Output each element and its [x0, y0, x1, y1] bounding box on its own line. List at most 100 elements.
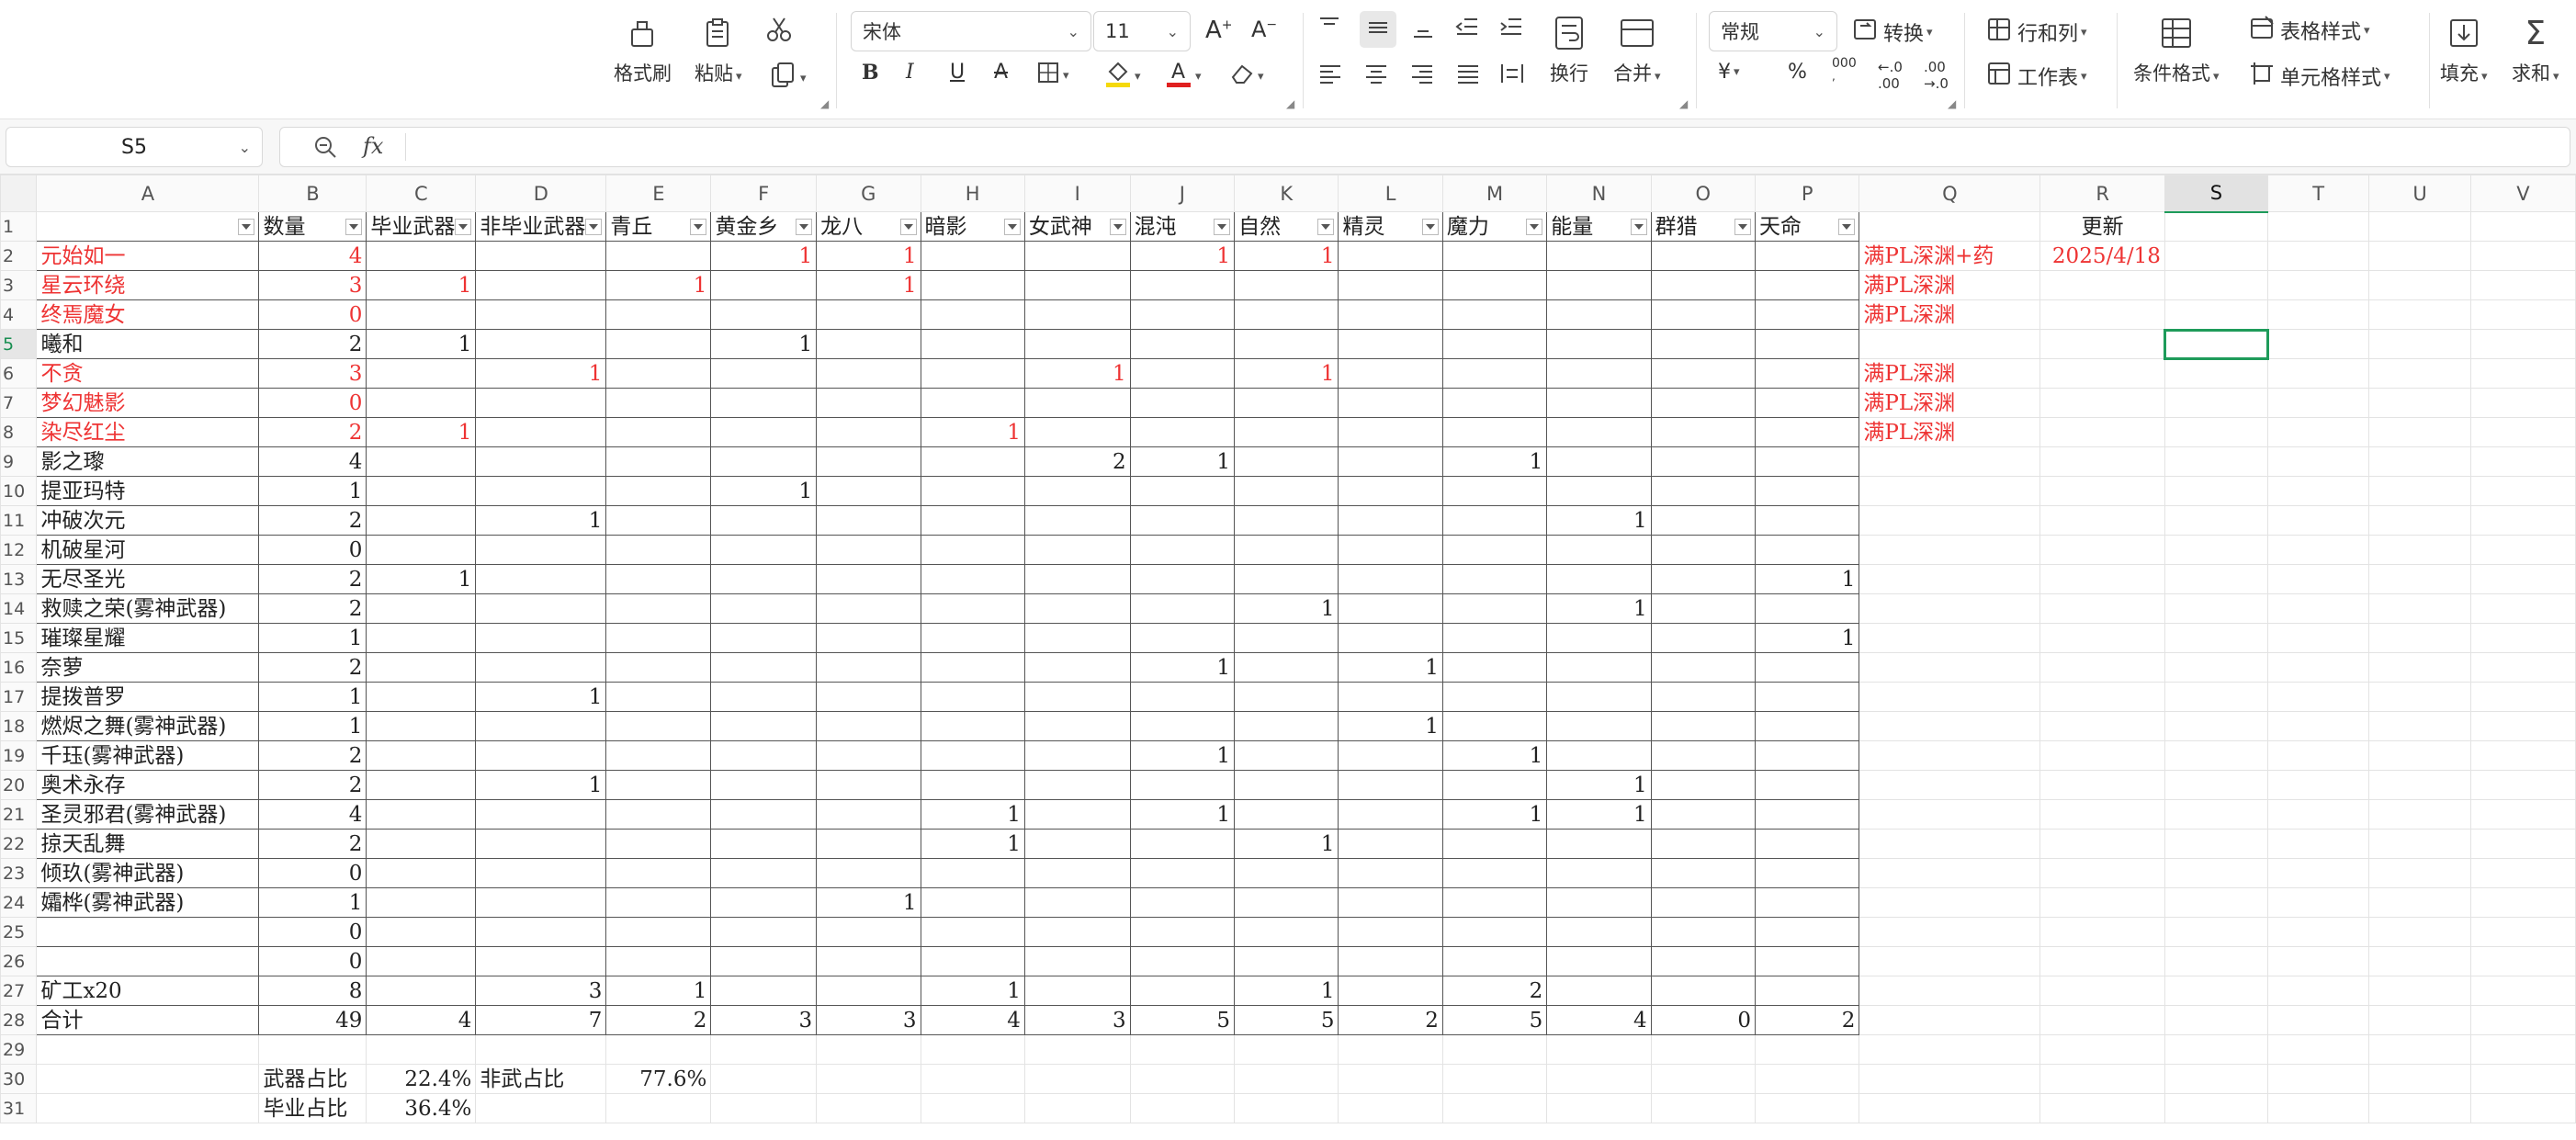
cell-p19[interactable]	[1755, 740, 1860, 771]
cell-k29[interactable]	[1234, 1034, 1339, 1065]
cell-n23[interactable]	[1546, 858, 1652, 888]
cell-q16[interactable]	[1859, 652, 2041, 683]
filter-dropdown-icon[interactable]	[345, 218, 363, 235]
cell-t16[interactable]	[2267, 652, 2370, 683]
cell-g26[interactable]	[816, 946, 921, 976]
cell-u2[interactable]	[2368, 241, 2471, 271]
cell-f13[interactable]	[710, 564, 818, 594]
cell-f18[interactable]	[710, 711, 818, 741]
font-color-button[interactable]: A ▾	[1165, 59, 1202, 94]
cell-u22[interactable]	[2368, 829, 2471, 859]
row-header-28[interactable]: 28	[0, 1005, 38, 1035]
cell-o18[interactable]	[1650, 711, 1757, 741]
cell-v14[interactable]	[2469, 593, 2576, 624]
cell-a12[interactable]: 机破星河	[36, 535, 260, 565]
cell-k7[interactable]	[1234, 388, 1339, 418]
cell-q28[interactable]	[1859, 1005, 2041, 1035]
cell-b18[interactable]: 1	[258, 711, 367, 741]
cell-c7[interactable]	[366, 388, 477, 418]
cell-r23[interactable]	[2039, 858, 2165, 888]
cell-u15[interactable]	[2368, 623, 2471, 653]
cell-l18[interactable]: 1	[1338, 711, 1443, 741]
cell-f21[interactable]	[710, 799, 818, 830]
cell-i15[interactable]	[1023, 623, 1131, 653]
cell-r14[interactable]	[2039, 593, 2165, 624]
cell-m27[interactable]: 2	[1441, 976, 1548, 1006]
cell-s29[interactable]	[2164, 1034, 2269, 1065]
cell-l16[interactable]: 1	[1338, 652, 1443, 683]
column-header-i[interactable]: I	[1023, 175, 1131, 212]
cell-m10[interactable]	[1441, 476, 1548, 506]
cell-r2[interactable]: 2025/4/18	[2039, 241, 2165, 271]
cell-t6[interactable]	[2267, 358, 2370, 389]
cell-t21[interactable]	[2267, 799, 2370, 830]
cell-s13[interactable]	[2164, 564, 2269, 594]
cell-t22[interactable]	[2267, 829, 2370, 859]
cell-q10[interactable]	[1859, 476, 2041, 506]
thousands-separator-button[interactable]: 000,	[1832, 57, 1857, 83]
cell-m15[interactable]	[1441, 623, 1548, 653]
wrap-text-button[interactable]: 换行	[1549, 13, 1589, 86]
cell-g24[interactable]: 1	[816, 887, 921, 918]
cell-g9[interactable]	[816, 446, 921, 477]
cell-l26[interactable]	[1338, 946, 1443, 976]
cell-h30[interactable]	[920, 1064, 1025, 1094]
cell-n26[interactable]	[1546, 946, 1652, 976]
cell-c14[interactable]	[366, 593, 477, 624]
cell-p18[interactable]	[1755, 711, 1860, 741]
cell-l27[interactable]	[1338, 976, 1443, 1006]
cell-u21[interactable]	[2368, 799, 2471, 830]
cell-e15[interactable]	[605, 623, 712, 653]
row-header-24[interactable]: 24	[0, 887, 38, 918]
cell-p22[interactable]	[1755, 829, 1860, 859]
cell-e21[interactable]	[605, 799, 712, 830]
cell-n17[interactable]	[1546, 682, 1652, 712]
row-header-13[interactable]: 13	[0, 564, 38, 594]
cell-e26[interactable]	[605, 946, 712, 976]
cell-o9[interactable]	[1650, 446, 1757, 477]
cell-c20[interactable]	[366, 770, 477, 800]
cell-s9[interactable]	[2164, 446, 2269, 477]
cell-b7[interactable]: 0	[258, 388, 367, 418]
cell-o25[interactable]	[1650, 917, 1757, 947]
underline-button[interactable]: U	[950, 61, 965, 84]
cell-r19[interactable]	[2039, 740, 2165, 771]
cell-r27[interactable]	[2039, 976, 2165, 1006]
clear-format-button[interactable]: ▾	[1229, 61, 1264, 92]
cell-l20[interactable]	[1338, 770, 1443, 800]
cell-d7[interactable]	[475, 388, 607, 418]
cell-h13[interactable]	[920, 564, 1025, 594]
cell-u8[interactable]	[2368, 417, 2471, 447]
cell-s11[interactable]	[2164, 505, 2269, 536]
cell-k25[interactable]	[1234, 917, 1339, 947]
cell-u24[interactable]	[2368, 887, 2471, 918]
cell-d12[interactable]	[475, 535, 607, 565]
cell-e18[interactable]	[605, 711, 712, 741]
cell-e17[interactable]	[605, 682, 712, 712]
cell-b22[interactable]: 2	[258, 829, 367, 859]
cell-f15[interactable]	[710, 623, 818, 653]
cell-p7[interactable]	[1755, 388, 1860, 418]
cell-t26[interactable]	[2267, 946, 2370, 976]
cell-t14[interactable]	[2267, 593, 2370, 624]
cell-m25[interactable]	[1441, 917, 1548, 947]
convert-button[interactable]: 转换 ▾	[1852, 17, 1933, 48]
fill-button[interactable]: 填充 ▾	[2440, 13, 2488, 86]
cell-f2[interactable]: 1	[710, 241, 818, 271]
cell-d23[interactable]	[475, 858, 607, 888]
cell-p10[interactable]	[1755, 476, 1860, 506]
decrease-font-button[interactable]: A−	[1251, 17, 1277, 42]
cell-r20[interactable]	[2039, 770, 2165, 800]
cell-c23[interactable]	[366, 858, 477, 888]
column-header-h[interactable]: H	[920, 175, 1025, 212]
cell-k11[interactable]	[1234, 505, 1339, 536]
cell-u16[interactable]	[2368, 652, 2471, 683]
cell-j25[interactable]	[1129, 917, 1236, 947]
filter-header-cell-h[interactable]: 暗影	[920, 211, 1025, 242]
cell-q2[interactable]: 满PL深渊+药	[1859, 241, 2041, 271]
cell-s22[interactable]	[2164, 829, 2269, 859]
column-header-m[interactable]: M	[1441, 175, 1548, 212]
cell-i12[interactable]	[1023, 535, 1131, 565]
cell-i8[interactable]	[1023, 417, 1131, 447]
cell-i29[interactable]	[1023, 1034, 1131, 1065]
